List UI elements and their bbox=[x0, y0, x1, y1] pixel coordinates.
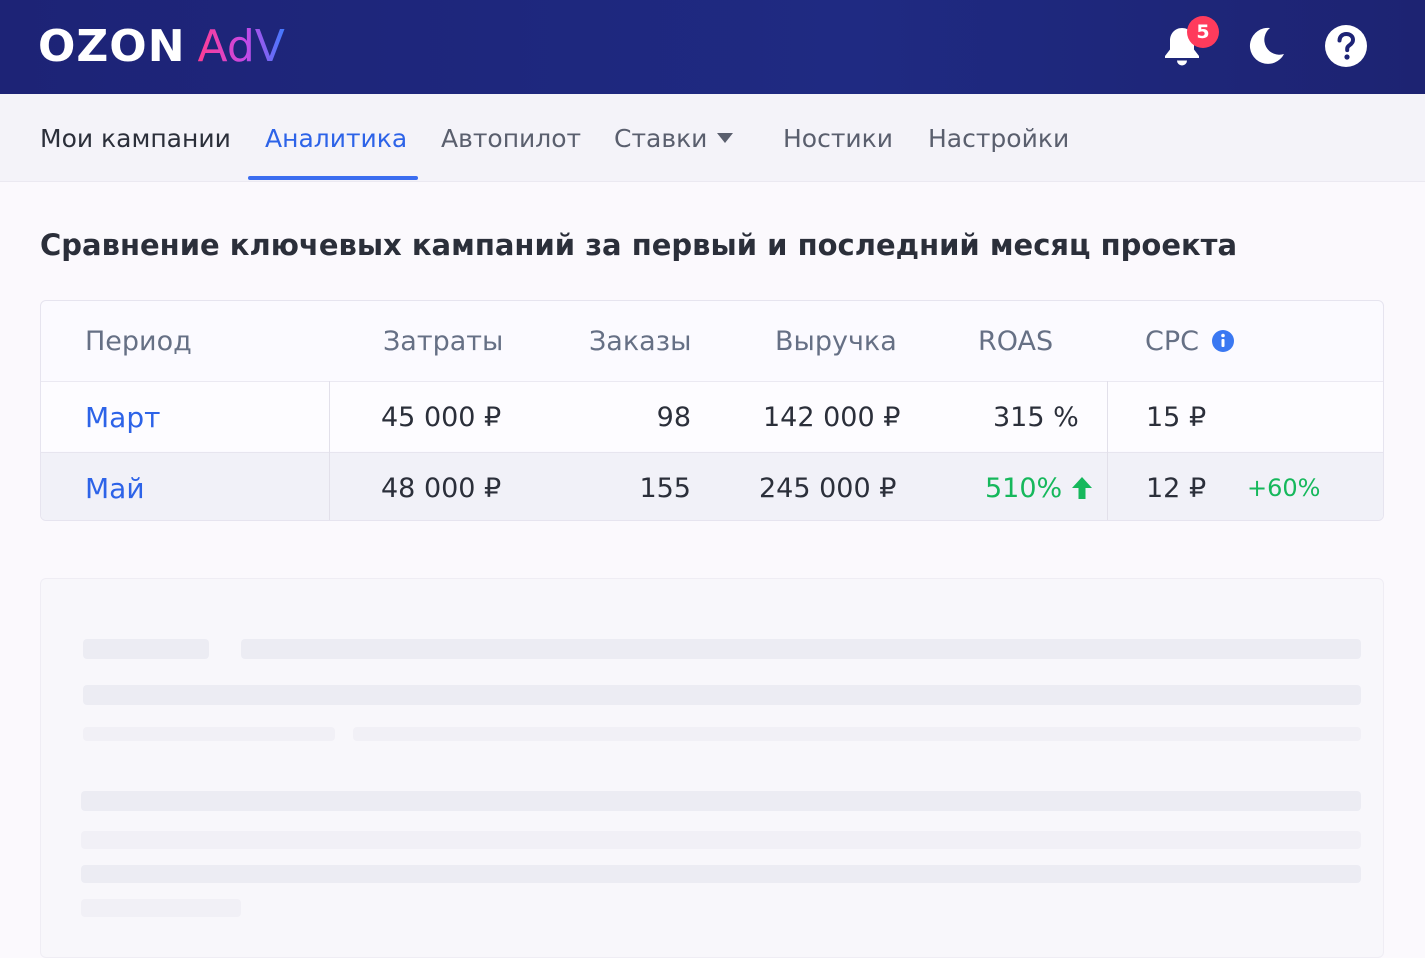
skeleton-bar bbox=[83, 639, 209, 659]
nav-analytics[interactable]: Аналитика bbox=[265, 94, 407, 182]
cell-roas: 315 % bbox=[993, 401, 1079, 433]
ozon-adv-logo[interactable]: OZON AdV bbox=[38, 18, 285, 74]
comparison-table: Период Затраты Заказы Выручка ROAS CPC М… bbox=[40, 300, 1384, 521]
cell-cpc: 12 ₽ bbox=[1146, 472, 1207, 504]
main-navigation: Мои кампании Аналитика Автопилот Ставки … bbox=[0, 94, 1425, 182]
notification-badge: 5 bbox=[1187, 16, 1219, 48]
header-spend: Затраты bbox=[383, 325, 504, 357]
cell-spend: 45 000 ₽ bbox=[381, 401, 502, 433]
skeleton-bar bbox=[353, 727, 1361, 741]
nav-my-campaigns[interactable]: Мои кампании bbox=[40, 94, 231, 182]
table-row[interactable]: Май 48 000 ₽ 155 245 000 ₽ 510% 12 ₽ +60… bbox=[41, 452, 1383, 520]
moon-icon[interactable] bbox=[1240, 22, 1288, 70]
nav-autopilot[interactable]: Автопилот bbox=[441, 94, 581, 182]
logo-adv-text: AdV bbox=[197, 20, 285, 72]
info-icon[interactable] bbox=[1211, 329, 1235, 353]
skeleton-bar bbox=[81, 831, 1361, 849]
cell-spend: 48 000 ₽ bbox=[381, 472, 502, 504]
cpc-change: +60% bbox=[1247, 474, 1321, 502]
active-tab-indicator bbox=[248, 176, 418, 180]
help-icon[interactable] bbox=[1322, 22, 1370, 70]
header-revenue: Выручка bbox=[775, 325, 897, 357]
header-cpc: CPC bbox=[1145, 301, 1235, 381]
cell-revenue: 245 000 ₽ bbox=[759, 472, 897, 504]
skeleton-bar bbox=[81, 899, 241, 917]
nav-autopilot-label: Автопилот bbox=[441, 123, 582, 153]
skeleton-bar bbox=[81, 791, 1361, 811]
nav-bids-label: Ставки bbox=[614, 123, 708, 153]
cell-revenue: 142 000 ₽ bbox=[763, 401, 901, 433]
header-period: Период bbox=[85, 325, 192, 357]
cell-period[interactable]: Май bbox=[85, 453, 145, 520]
loading-placeholder bbox=[40, 578, 1384, 958]
cell-period[interactable]: Март bbox=[85, 382, 160, 452]
top-header: OZON AdV 5 bbox=[0, 0, 1425, 94]
nav-bids-dropdown[interactable]: Ставки bbox=[614, 94, 734, 182]
cell-orders: 155 bbox=[639, 472, 691, 504]
cell-orders: 98 bbox=[656, 401, 691, 433]
roas-value: 510% bbox=[985, 472, 1063, 504]
nav-settings-label: Настройки bbox=[928, 123, 1070, 153]
skeleton-bar bbox=[241, 639, 1361, 659]
logo-ozon-text: OZON bbox=[38, 20, 186, 72]
skeleton-bar bbox=[83, 685, 1361, 705]
header-cpc-label: CPC bbox=[1145, 325, 1199, 357]
nav-nostiki[interactable]: Ностики bbox=[783, 94, 893, 182]
nav-my-campaigns-label: Мои кампании bbox=[40, 123, 231, 153]
skeleton-bar bbox=[81, 865, 1361, 883]
chevron-down-icon bbox=[717, 133, 734, 143]
skeleton-bar bbox=[83, 727, 335, 741]
nav-settings[interactable]: Настройки bbox=[928, 94, 1069, 182]
arrow-up-icon bbox=[1072, 477, 1093, 499]
header-orders: Заказы bbox=[589, 325, 692, 357]
nav-nostiki-label: Ностики bbox=[783, 123, 893, 153]
table-row[interactable]: Март 45 000 ₽ 98 142 000 ₽ 315 % 15 ₽ bbox=[41, 381, 1383, 452]
column-divider bbox=[1107, 381, 1108, 520]
column-divider bbox=[329, 381, 330, 520]
header-roas: ROAS bbox=[978, 325, 1054, 357]
nav-analytics-label: Аналитика bbox=[265, 123, 408, 153]
cell-roas: 510% bbox=[985, 453, 1094, 520]
cell-cpc: 15 ₽ bbox=[1146, 401, 1207, 433]
page-title: Сравнение ключевых кампаний за первый и … bbox=[40, 228, 1238, 262]
